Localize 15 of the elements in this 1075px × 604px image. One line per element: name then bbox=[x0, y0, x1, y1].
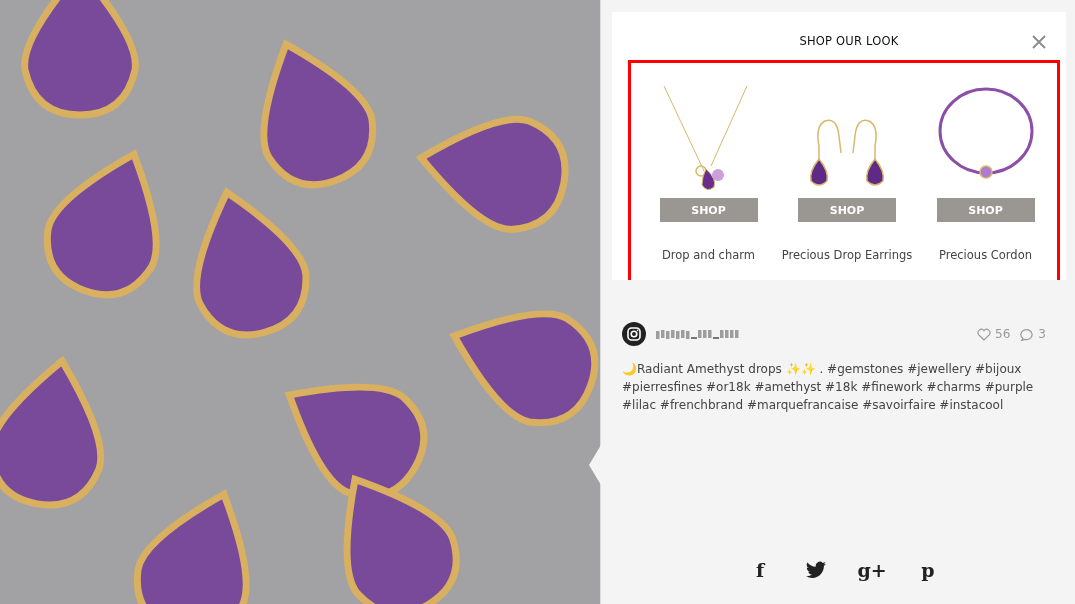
post-caption: 🌙Radiant Amethyst drops ✨✨ . #gemstones #jewellery #bijoux #pierresfines #or18k #amethyst #18k #finework #charms #purple #lilac #frenchbrand #marquefrancaise #savoirfaire #instacool bbox=[622, 361, 1035, 414]
product-name[interactable]: Precious Drop Earrings bbox=[781, 248, 913, 262]
share-link[interactable]: p bbox=[916, 558, 940, 582]
heart-icon[interactable] bbox=[977, 327, 992, 341]
share-link[interactable]: f bbox=[748, 558, 772, 582]
bird-icon[interactable] bbox=[806, 561, 826, 579]
shop-title: SHOP OUR LOOK bbox=[799, 34, 899, 48]
share-link[interactable]: g+ bbox=[860, 558, 884, 582]
camera-icon[interactable] bbox=[622, 322, 646, 346]
product-name[interactable]: Drop and charm bbox=[662, 248, 755, 262]
comment-count: 3 bbox=[1038, 327, 1046, 341]
product-name[interactable]: Precious Cordon bbox=[939, 248, 1032, 262]
close-icon[interactable] bbox=[1032, 35, 1046, 49]
like-count: 56 bbox=[995, 327, 1011, 341]
comment-icon[interactable] bbox=[1020, 327, 1035, 341]
